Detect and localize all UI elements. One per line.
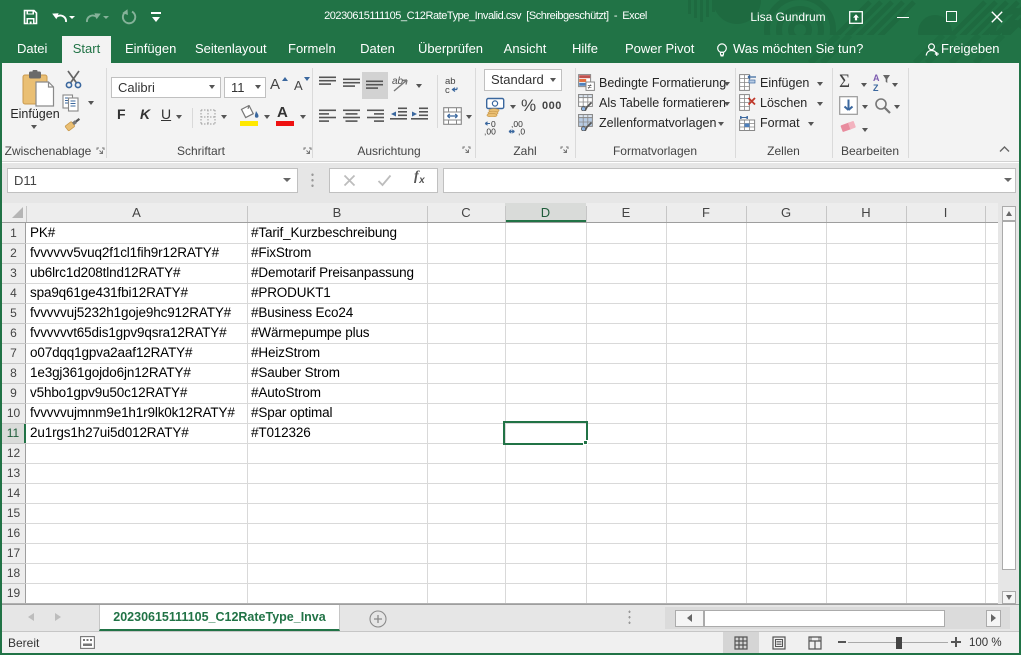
svg-text:,00: ,00	[484, 127, 496, 137]
svg-text:Z: Z	[873, 83, 879, 92]
svg-text:,0: ,0	[518, 127, 525, 137]
svg-text:ab: ab	[392, 76, 404, 87]
svg-text:c: c	[445, 85, 450, 95]
svg-text:≠: ≠	[588, 82, 592, 91]
svg-text:A: A	[873, 73, 880, 83]
